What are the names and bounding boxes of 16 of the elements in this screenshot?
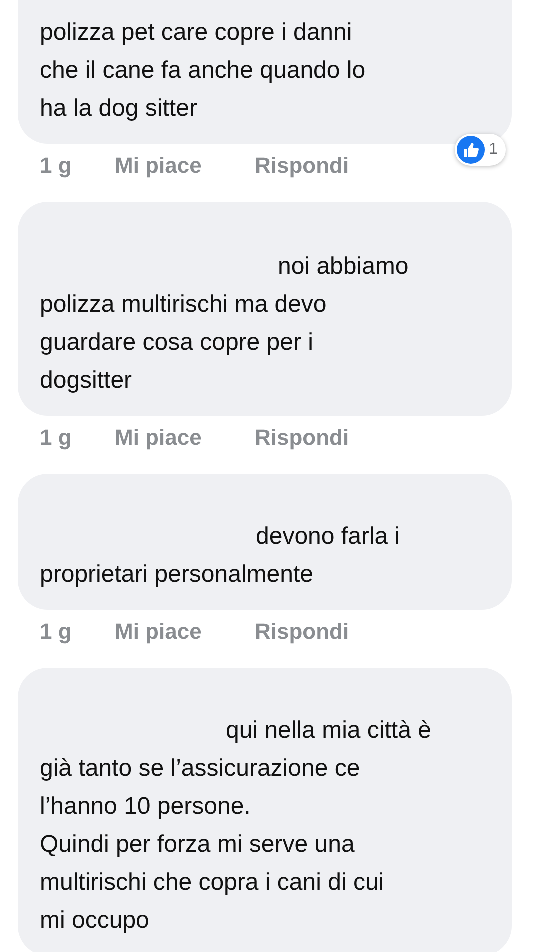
reply-link[interactable]: Rispondi: [255, 614, 350, 648]
timestamp: 1 g: [40, 424, 73, 452]
reaction-count: 1: [489, 140, 498, 160]
reply-link[interactable]: Rispondi: [255, 420, 350, 454]
reaction-badge[interactable]: 1: [455, 134, 506, 166]
timestamp: 1 g: [40, 618, 73, 646]
comment-text: polizza pet care copre i danni che il cane fa anche quando lo ha la dog sitter: [40, 18, 367, 124]
like-link[interactable]: Mi piace: [115, 148, 255, 182]
thumbs-up-icon: [457, 136, 486, 164]
comment-text: devono farla i proprietari personalmente: [40, 522, 402, 590]
reply-link[interactable]: Rispondi: [255, 148, 350, 182]
comment-text: qui nella mia città è già tanto se l’assicurazione ce l’hanno 10 persone. Quindi per forza mi serve una multirischi che copra i cani di cui mi occupo: [40, 716, 432, 936]
comment-text: noi abbiamo polizza multirischi ma devo guardare cosa copre per i dogsitter: [40, 252, 410, 396]
timestamp: 1 g: [40, 152, 73, 180]
like-link[interactable]: Mi piace: [115, 420, 255, 454]
like-link[interactable]: Mi piace: [115, 614, 255, 648]
